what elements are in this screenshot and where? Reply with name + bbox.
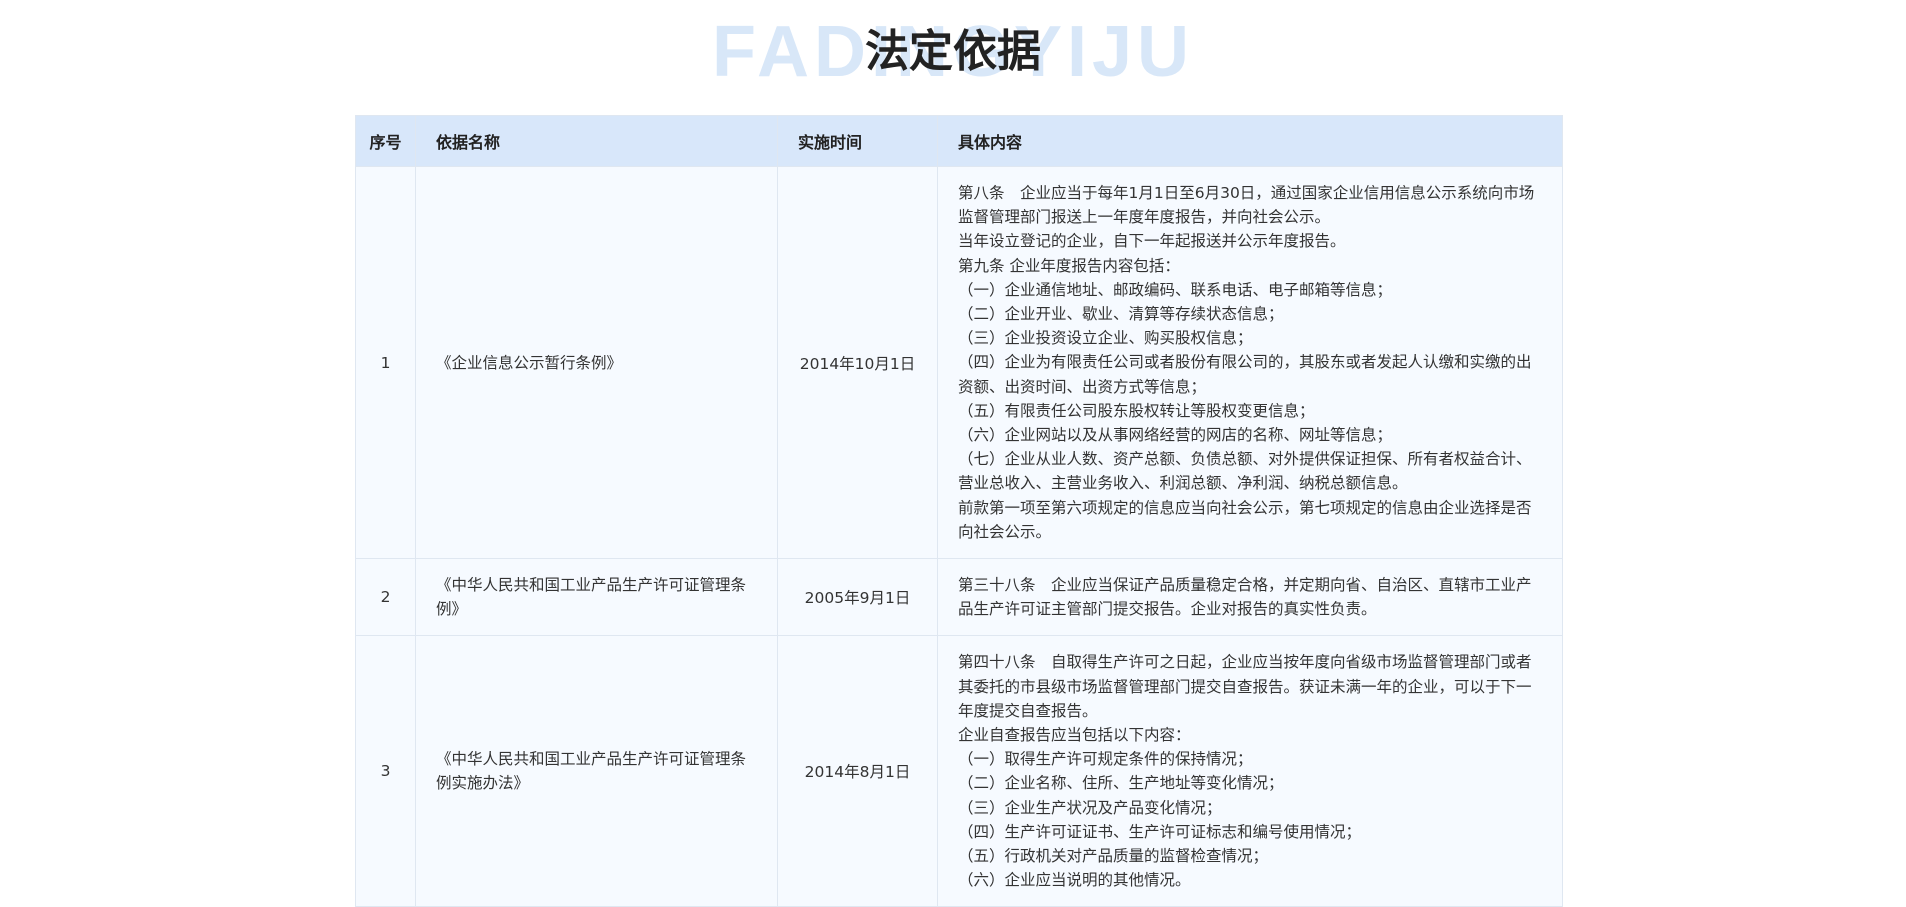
- legal-basis-table: 序号 依据名称 实施时间 具体内容 1 《企业信息公示暂行条例》 2014年10…: [355, 115, 1563, 907]
- content-paragraph: 企业自查报告应当包括以下内容：: [958, 726, 1191, 745]
- table-header-row: 序号 依据名称 实施时间 具体内容: [355, 115, 1563, 167]
- table-row: 2 《中华人民共和国工业产品生产许可证管理条例》 2005年9月1日 第三十八条…: [355, 558, 1563, 637]
- table-row: 3 《中华人民共和国工业产品生产许可证管理条例实施办法》 2014年8月1日 第…: [355, 635, 1563, 907]
- content-paragraph: （四）企业为有限责任公司或者股份有限公司的，其股东或者发起人认缴和实缴的出资额、…: [958, 353, 1532, 396]
- effective-date: 2005年9月1日: [777, 558, 938, 637]
- column-header-date: 实施时间: [777, 115, 938, 167]
- content-paragraph: 第四十八条 自取得生产许可之日起，企业应当按年度向省级市场监督管理部门或者其委托…: [958, 653, 1532, 720]
- content-paragraph: （二）企业开业、歇业、清算等存续状态信息；: [958, 305, 1284, 324]
- content-paragraph: 当年设立登记的企业，自下一年起报送并公示年度报告。: [958, 232, 1346, 251]
- basis-content: 第三十八条 企业应当保证产品质量稳定合格，并定期向省、自治区、直辖市工业产品生产…: [937, 558, 1563, 637]
- column-header-content: 具体内容: [937, 115, 1563, 167]
- basis-content: 第四十八条 自取得生产许可之日起，企业应当按年度向省级市场监督管理部门或者其委托…: [937, 635, 1563, 907]
- content-paragraph: 第三十八条 企业应当保证产品质量稳定合格，并定期向省、自治区、直辖市工业产品生产…: [958, 576, 1532, 619]
- basis-name: 《企业信息公示暂行条例》: [415, 165, 778, 560]
- content-paragraph: （七）企业从业人数、资产总额、负债总额、对外提供保证担保、所有者权益合计、营业总…: [958, 450, 1532, 493]
- basis-name: 《中华人民共和国工业产品生产许可证管理条例实施办法》: [415, 635, 778, 907]
- page-title: 法定依据: [865, 26, 1041, 77]
- column-header-name: 依据名称: [415, 115, 778, 167]
- effective-date: 2014年10月1日: [777, 165, 938, 560]
- content-paragraph: （一）企业通信地址、邮政编码、联系电话、电子邮箱等信息；: [958, 280, 1393, 299]
- content-paragraph: 第八条 企业应当于每年1月1日至6月30日，通过国家企业信用信息公示系统向市场监…: [958, 184, 1535, 227]
- content-paragraph: （二）企业名称、住所、生产地址等变化情况；: [958, 774, 1284, 793]
- column-header-no: 序号: [355, 115, 416, 167]
- content-paragraph: 第九条 企业年度报告内容包括：: [958, 256, 1180, 275]
- content-paragraph: （四）生产许可证证书、生产许可证标志和编号使用情况；: [958, 822, 1362, 841]
- content-paragraph: （六）企业网站以及从事网络经营的网店的名称、网址等信息；: [958, 426, 1393, 445]
- effective-date: 2014年8月1日: [777, 635, 938, 907]
- row-number: 2: [355, 558, 416, 637]
- content-paragraph: 前款第一项至第六项规定的信息应当向社会公示，第七项规定的信息由企业选择是否向社会…: [958, 498, 1532, 541]
- section-header: FADINGYIJU 法定依据: [0, 0, 1906, 92]
- row-number: 1: [355, 165, 416, 560]
- content-paragraph: （六）企业应当说明的其他情况。: [958, 871, 1191, 890]
- row-number: 3: [355, 635, 416, 907]
- content-paragraph: （三）企业生产状况及产品变化情况；: [958, 798, 1222, 817]
- basis-name: 《中华人民共和国工业产品生产许可证管理条例》: [415, 558, 778, 637]
- table-row: 1 《企业信息公示暂行条例》 2014年10月1日 第八条 企业应当于每年1月1…: [355, 165, 1563, 560]
- content-paragraph: （五）行政机关对产品质量的监督检查情况；: [958, 847, 1269, 866]
- content-paragraph: （一）取得生产许可规定条件的保持情况；: [958, 750, 1253, 769]
- basis-content: 第八条 企业应当于每年1月1日至6月30日，通过国家企业信用信息公示系统向市场监…: [937, 165, 1563, 560]
- content-paragraph: （五）有限责任公司股东股权转让等股权变更信息；: [958, 401, 1315, 420]
- content-paragraph: （三）企业投资设立企业、购买股权信息；: [958, 329, 1253, 348]
